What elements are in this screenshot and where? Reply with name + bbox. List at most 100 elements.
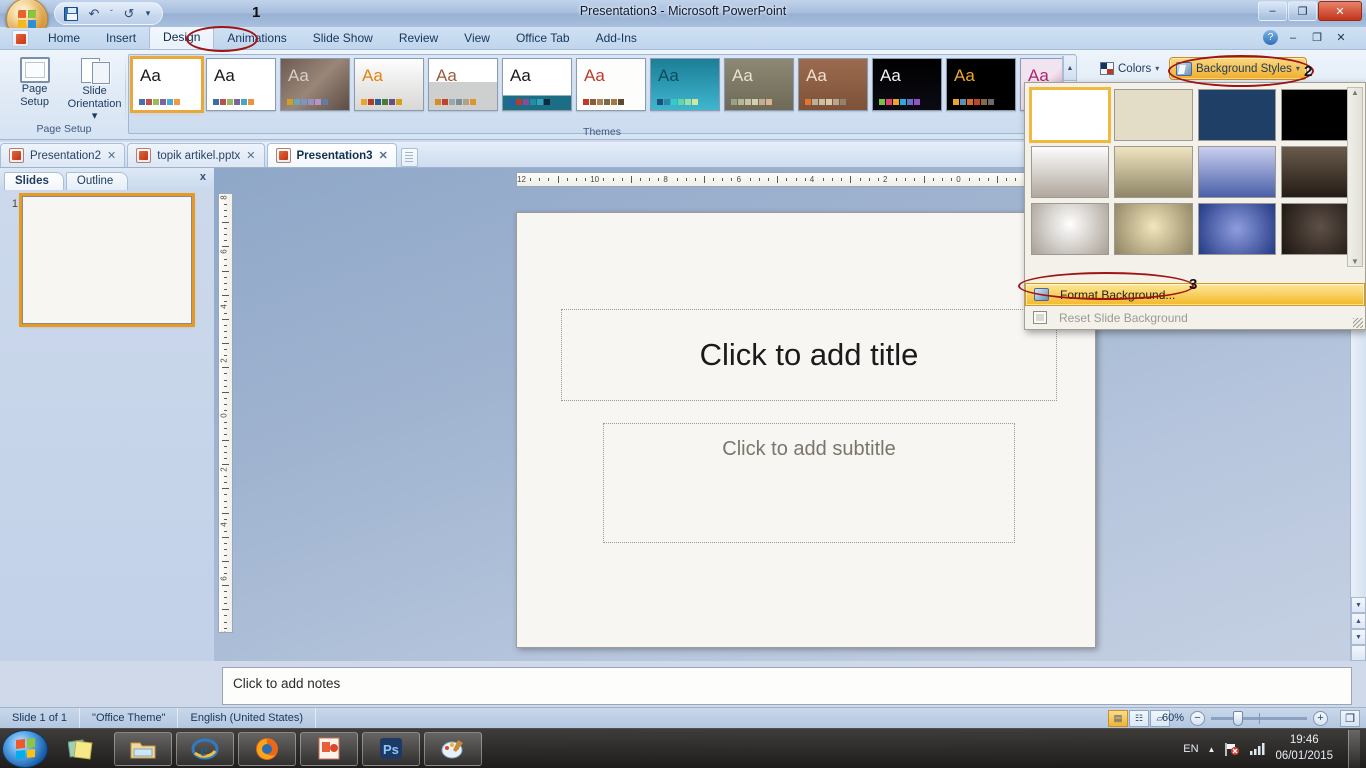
previous-slide-button[interactable]: ▲ [1351,613,1366,629]
document-tab-presentation2[interactable]: Presentation2 ✕ [0,143,126,167]
ruler-tick [224,530,227,532]
theme-thumbnail[interactable]: Aa [354,58,424,111]
ruler-tick [222,246,229,248]
signal-strength-icon[interactable] [1249,742,1266,756]
show-hidden-icons-icon[interactable]: ▲ [1208,745,1216,754]
taskbar-firefox-icon[interactable] [238,731,296,766]
close-pane-icon[interactable]: x [200,171,206,183]
tab-home[interactable]: Home [35,28,93,49]
tray-language-indicator[interactable]: EN [1183,743,1198,755]
background-style-swatch[interactable] [1197,146,1276,198]
show-desktop-button[interactable] [1348,730,1360,768]
tab-animations[interactable]: Animations [214,28,299,49]
theme-thumbnail[interactable]: Aa [428,58,498,111]
theme-thumbnail[interactable]: Aa [798,58,868,111]
start-button[interactable] [2,729,48,768]
ruler-tick [868,178,870,181]
taskbar-paint-icon[interactable] [424,731,482,766]
document-tab-presentation3[interactable]: Presentation3 ✕ [266,143,397,167]
page-setup-button[interactable]: Page Setup [8,52,61,123]
theme-thumbnail[interactable]: Aa [946,58,1016,111]
ribbon-close-button[interactable]: ✕ [1332,30,1350,45]
theme-thumbnail[interactable]: Aa [206,58,276,111]
ruler-label: 4 [809,175,815,184]
taskbar-internet-explorer-icon[interactable]: e [176,731,234,766]
view-normal-button[interactable]: ▤ [1108,709,1128,727]
theme-thumbnail[interactable]: Aa [280,58,350,111]
background-style-swatch[interactable] [1114,146,1193,198]
ribbon-restore-button[interactable]: ❐ [1308,30,1326,45]
taskbar-powerpoint-icon[interactable] [300,731,358,766]
taskbar-explorer-icon[interactable] [114,731,172,766]
slide-thumbnail-item[interactable]: 1 [4,196,208,324]
zoom-out-button[interactable]: − [1190,710,1205,726]
scroll-down-icon[interactable]: ▼ [1351,257,1359,266]
background-style-swatch[interactable] [1031,146,1110,198]
colors-button[interactable]: Colors ▾ [1094,58,1165,79]
view-slide-sorter-button[interactable]: ☷ [1129,709,1149,727]
ruler-tick [224,325,227,327]
tab-slides[interactable]: Slides [4,172,64,190]
theme-thumbnail[interactable]: Aa [502,58,572,111]
help-icon[interactable]: ? [1263,30,1278,45]
notes-pane[interactable]: Click to add notes [222,667,1352,705]
subtitle-placeholder[interactable]: Click to add subtitle [603,423,1015,543]
scroll-up-icon[interactable]: ▲ [1351,88,1359,97]
background-style-swatch[interactable] [1031,203,1110,255]
background-style-swatch[interactable] [1114,203,1193,255]
themes-scroll-up-icon[interactable]: ▲ [1063,56,1077,82]
close-icon[interactable]: ✕ [246,149,255,162]
theme-thumbnail[interactable]: Aa [650,58,720,111]
taskbar-sticky-notes-icon[interactable] [52,732,110,766]
slide-thumbnail[interactable] [22,196,192,324]
tab-insert[interactable]: Insert [93,28,149,49]
theme-thumbnail[interactable]: Aa [576,58,646,111]
slide-canvas[interactable]: Click to add title Click to add subtitle [516,212,1096,648]
taskbar-clock[interactable]: 19:46 06/01/2015 [1275,733,1333,764]
ruler-tick [224,567,227,569]
tab-review[interactable]: Review [386,28,451,49]
themes-gallery[interactable]: Aa Aa Aa Aa Aa Aa Aa Aa Aa Aa Aa Aa Aa [128,54,1076,134]
ruler-tick [224,312,227,314]
background-style-swatch[interactable] [1197,89,1276,141]
theme-thumbnail[interactable]: Aa [872,58,942,111]
background-style-swatch[interactable] [1028,87,1112,143]
document-tab-topik-artikel[interactable]: topik artikel.pptx ✕ [127,143,265,167]
zoom-slider[interactable] [1211,710,1307,726]
zoom-in-button[interactable]: + [1313,710,1328,726]
network-icon[interactable] [1224,742,1240,757]
background-style-swatch[interactable] [1197,203,1276,255]
format-background-menu-item[interactable]: Format Background... [1025,283,1365,306]
restore-button[interactable]: ❐ [1288,1,1317,21]
fit-slide-to-window-button[interactable]: ❐ [1340,709,1360,727]
taskbar-photoshop-icon[interactable]: Ps [362,731,420,766]
tab-design[interactable]: Design [149,26,215,49]
title-placeholder[interactable]: Click to add title [561,309,1057,401]
theme-thumbnail[interactable]: Aa [724,58,794,111]
theme-thumbnail[interactable]: Aa [130,56,204,113]
close-icon[interactable]: ✕ [379,149,388,162]
next-slide-button[interactable]: ▼ [1351,629,1366,645]
tab-view[interactable]: View [451,28,503,49]
minimize-button[interactable]: – [1258,1,1287,21]
background-styles-scrollbar[interactable]: ▲ ▼ [1347,87,1363,267]
page-setup-icon [19,57,50,83]
zoom-slider-handle[interactable] [1233,710,1243,726]
tab-office-tab[interactable]: Office Tab [503,28,583,49]
slide-orientation-button[interactable]: Slide Orientation ▾ [65,52,124,123]
background-styles-button[interactable]: Background Styles ▾ [1169,57,1307,80]
slides-pane: Slides Outline x 1 [0,168,214,661]
ribbon-minimize-button[interactable]: – [1284,30,1302,45]
title-bar: ↶ ˇ ↺ ▾ Presentation3 - Microsoft PowerP… [0,0,1366,40]
resize-grip-icon[interactable] [1353,318,1363,328]
tab-outline[interactable]: Outline [65,172,129,190]
close-icon[interactable]: ✕ [107,149,116,162]
tab-add-ins[interactable]: Add-Ins [583,28,650,49]
ruler-tick [978,178,980,181]
scroll-end-icon[interactable] [1351,645,1366,661]
background-style-swatch[interactable] [1114,89,1193,141]
new-document-tab-button[interactable] [400,148,418,167]
scroll-down-icon[interactable]: ▼ [1351,597,1366,613]
close-button[interactable]: ✕ [1318,1,1362,21]
tab-slide-show[interactable]: Slide Show [300,28,386,49]
